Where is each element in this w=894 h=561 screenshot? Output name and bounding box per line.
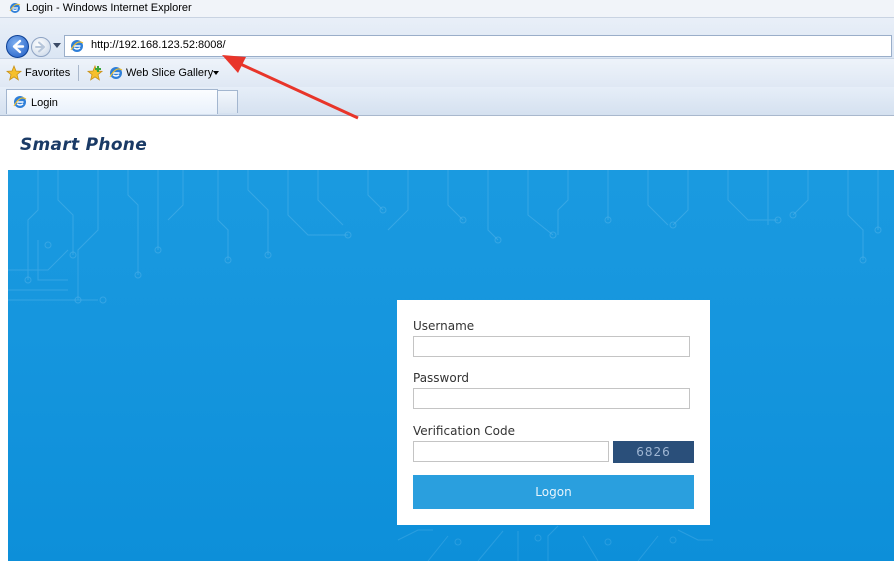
password-input[interactable] bbox=[413, 388, 690, 409]
forward-arrow-icon bbox=[35, 41, 45, 53]
address-url: http://192.168.123.52:8008/ bbox=[91, 39, 226, 51]
ie-tab-icon bbox=[13, 96, 27, 108]
back-button[interactable] bbox=[6, 35, 29, 58]
tab-strip: Login bbox=[0, 87, 894, 116]
verification-code-input[interactable] bbox=[413, 441, 609, 462]
forward-button[interactable] bbox=[31, 37, 51, 57]
ie-page-icon bbox=[70, 40, 84, 52]
toolbar-divider bbox=[78, 65, 79, 81]
favorites-bar: Favorites Web Slice Gallery bbox=[0, 58, 894, 87]
password-label: Password bbox=[413, 371, 470, 385]
new-tab-button[interactable] bbox=[217, 90, 238, 113]
verification-code-label: Verification Code bbox=[413, 424, 515, 438]
add-favorite-icon[interactable] bbox=[86, 64, 104, 82]
window-title-bar: Login - Windows Internet Explorer bbox=[0, 0, 894, 18]
chevron-down-icon[interactable] bbox=[213, 71, 219, 75]
ie-logo-icon bbox=[9, 3, 21, 13]
address-field[interactable]: http://192.168.123.52:8008/ bbox=[64, 35, 892, 57]
tab-login[interactable]: Login bbox=[6, 89, 218, 114]
star-icon bbox=[6, 65, 22, 81]
recent-pages-dropdown[interactable] bbox=[53, 43, 61, 48]
brand-logo: Smart Phone bbox=[20, 135, 148, 155]
favorites-button[interactable]: Favorites bbox=[25, 66, 70, 80]
username-input[interactable] bbox=[413, 336, 690, 357]
captcha-image[interactable]: 6826 bbox=[613, 441, 694, 463]
web-slice-gallery-link[interactable]: Web Slice Gallery bbox=[126, 66, 213, 80]
username-label: Username bbox=[413, 319, 475, 333]
window-title: Login - Windows Internet Explorer bbox=[26, 2, 192, 14]
login-card: Username Password Verification Code 6826… bbox=[397, 300, 710, 525]
tab-label: Login bbox=[31, 97, 58, 109]
logon-button[interactable]: Logon bbox=[413, 475, 694, 509]
back-arrow-icon bbox=[12, 39, 25, 54]
ie-web-slice-icon bbox=[109, 67, 123, 79]
